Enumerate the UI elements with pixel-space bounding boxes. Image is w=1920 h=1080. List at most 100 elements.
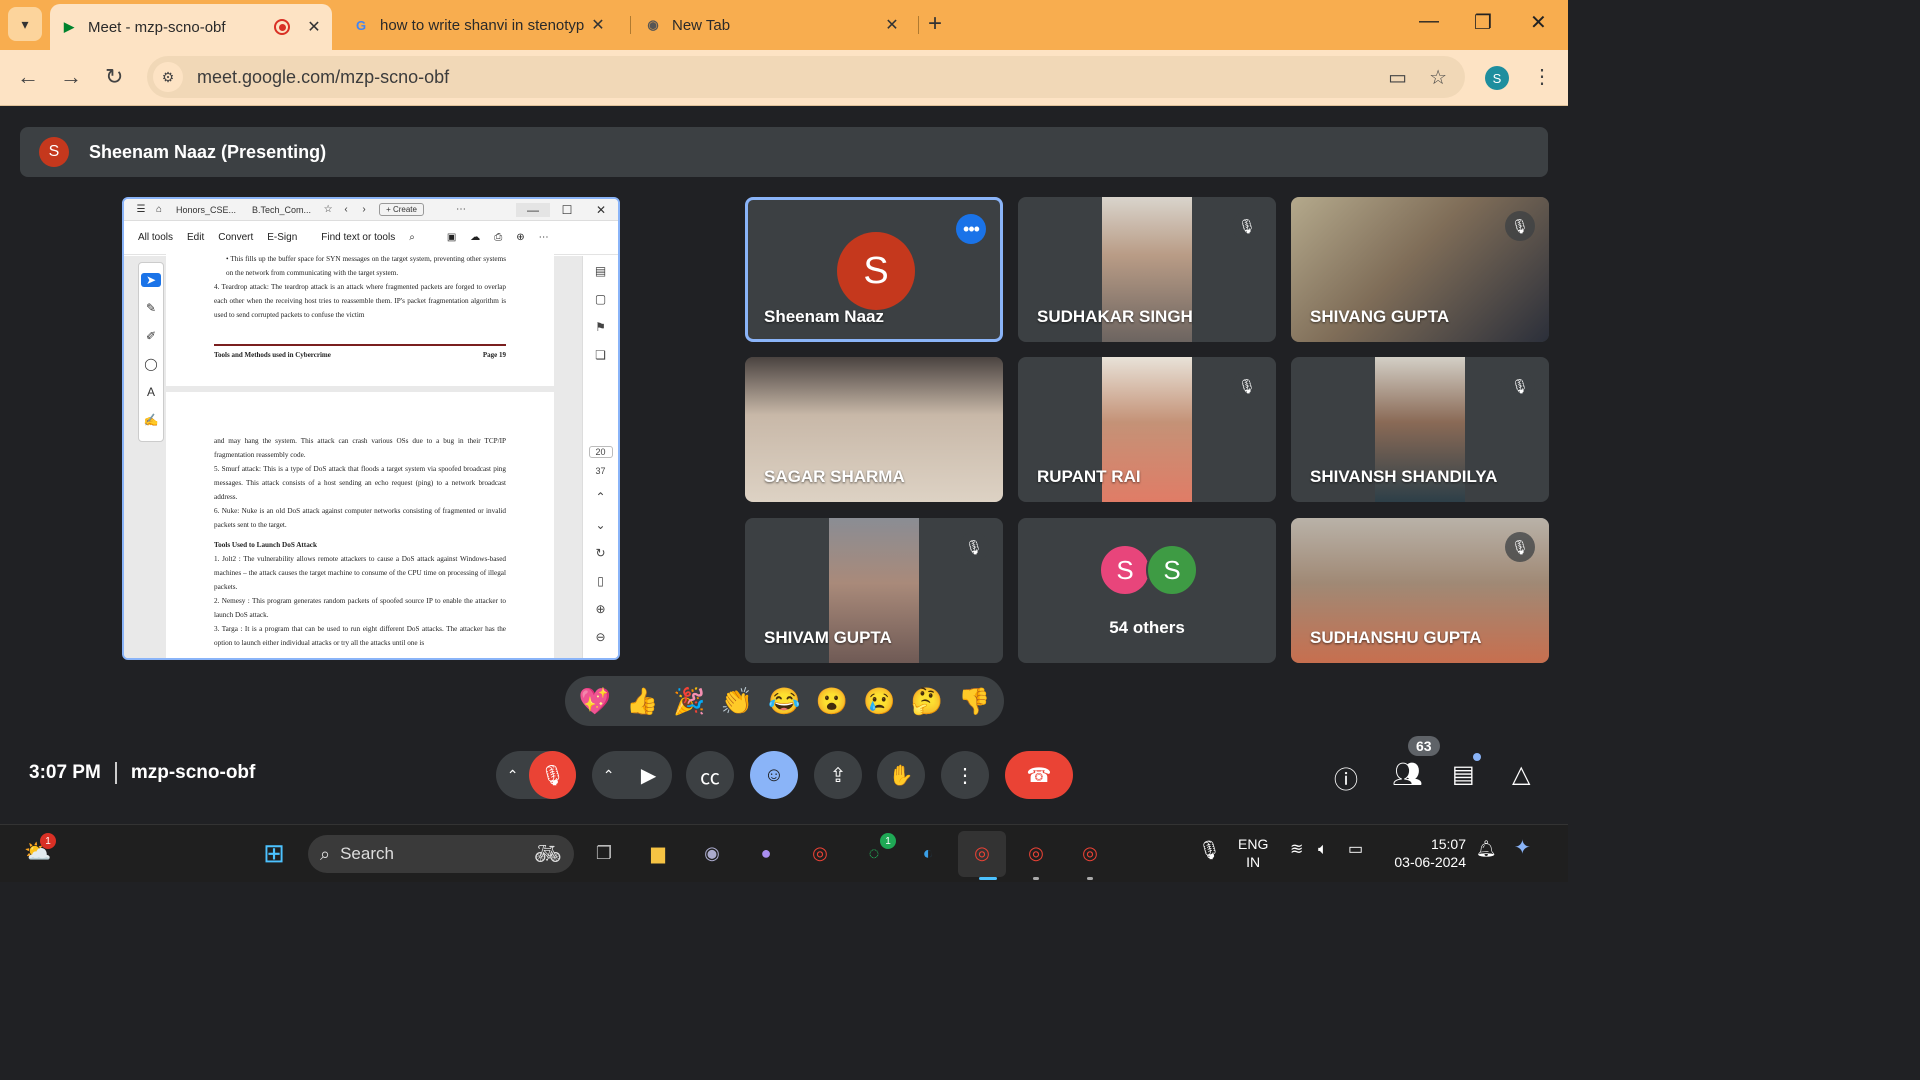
pdf-footer: Tools and Methods used in Cybercrime Pag…: [214, 348, 506, 362]
reactions-button[interactable]: ☺: [750, 751, 798, 799]
pdf-tool: E-Sign: [267, 232, 298, 243]
more-options-button[interactable]: ⋮: [941, 751, 989, 799]
meeting-details: 3:07 PM mzp-scno-obf: [29, 762, 255, 784]
reaction-party-button[interactable]: 🎉: [670, 681, 710, 721]
participant-avatar: S: [837, 232, 915, 310]
more-options-button[interactable]: •••: [956, 214, 986, 244]
document-icon: ▯: [597, 574, 604, 588]
share-icon: ⊕: [516, 232, 525, 243]
volume-icon[interactable]: 🔈︎: [1318, 841, 1328, 859]
windows-start-icon[interactable]: ⊞: [258, 837, 290, 869]
close-tab-icon[interactable]: ✕: [304, 17, 324, 37]
camera-app-icon[interactable]: ◉: [696, 837, 728, 869]
camera-button[interactable]: ▶: [625, 751, 672, 799]
clock[interactable]: 15:07 03-06-2024: [1388, 835, 1466, 871]
doc-tab: B.Tech_Com...: [252, 204, 312, 215]
others-tile[interactable]: S S 54 others: [1018, 518, 1276, 663]
edge-icon[interactable]: ◐: [912, 837, 944, 869]
url-text[interactable]: meet.google.com/mzp-scno-obf: [197, 67, 449, 88]
footer-title: Tools and Methods used in Cybercrime: [214, 351, 331, 359]
people-icon[interactable]: 👥︎: [1392, 760, 1422, 789]
omnibox[interactable]: ⚙ meet.google.com/mzp-scno-obf ▭ ☆: [147, 56, 1465, 98]
reaction-sad-button[interactable]: 😢: [859, 681, 899, 721]
participant-tile[interactable]: S ••• Sheenam Naaz: [745, 197, 1003, 342]
activities-icon[interactable]: △: [1512, 760, 1530, 789]
reaction-laugh-button[interactable]: 😂: [764, 681, 804, 721]
back-button[interactable]: ←: [17, 64, 39, 90]
bookmark-star-icon[interactable]: ☆: [1429, 65, 1447, 90]
mic-off-button[interactable]: 🎙︎: [529, 751, 576, 799]
chevron-up-icon[interactable]: ⌃: [496, 767, 529, 784]
close-tab-icon[interactable]: ✕: [588, 15, 608, 35]
meeting-info-icon[interactable]: ⓘ: [1334, 760, 1358, 795]
close-window-button[interactable]: ✕: [1530, 10, 1547, 35]
tab-search-button[interactable]: ▾: [8, 7, 42, 41]
chrome-profile-icon[interactable]: ◎: [1020, 837, 1052, 869]
participant-name: SHIVANSH SHANDILYA: [1310, 467, 1498, 486]
forward-button[interactable]: →: [60, 64, 82, 90]
reaction-thumbs-down-button[interactable]: 👎: [954, 681, 994, 721]
divider: [114, 762, 117, 784]
github-icon[interactable]: ●: [750, 837, 782, 869]
participant-tile[interactable]: SAGAR SHARMA: [745, 357, 1003, 502]
participant-tile[interactable]: 🎙︎ RUPANT RAI: [1018, 357, 1276, 502]
copilot-icon[interactable]: ✦: [1514, 838, 1531, 858]
notifications-bell-icon[interactable]: 🔔︎: [1476, 841, 1496, 859]
more-icon: ⋯: [455, 204, 466, 215]
meeting-time: 3:07 PM: [29, 762, 101, 783]
raise-hand-button[interactable]: ✋: [877, 751, 925, 799]
profile-avatar[interactable]: S: [1485, 66, 1509, 90]
star-icon: ☆: [323, 204, 333, 215]
page-total: 37: [595, 466, 606, 476]
participant-tile[interactable]: 🎙︎ SHIVAM GUPTA: [745, 518, 1003, 663]
tab-search[interactable]: G how to write shanvi in stenotyp ✕: [346, 4, 616, 46]
reaction-surprised-button[interactable]: 😮: [812, 681, 852, 721]
microphone-tray-icon[interactable]: 🎙︎: [1198, 841, 1221, 859]
captions-button[interactable]: ㏄: [686, 751, 734, 799]
tab-divider: [630, 16, 631, 34]
close-tab-icon[interactable]: ✕: [882, 15, 902, 35]
pdf-tool: All tools: [138, 232, 174, 243]
language-indicator[interactable]: ENG IN: [1238, 835, 1268, 871]
chevron-down-icon: ⌄: [595, 518, 606, 532]
file-explorer-icon[interactable]: ▆: [642, 837, 674, 869]
chevron-up-icon[interactable]: ⌃: [592, 767, 625, 784]
reaction-heart-button[interactable]: 💖: [575, 681, 615, 721]
minimize-button[interactable]: —: [1419, 10, 1439, 33]
site-info-icon[interactable]: ⚙: [153, 62, 183, 92]
pdf-quick-tools: ➤ ✎ ✐ ◯ A ✍: [138, 262, 164, 442]
chat-icon[interactable]: ▤: [1452, 760, 1475, 789]
select-cursor-icon: ➤: [141, 273, 161, 287]
browser-menu-icon[interactable]: ⋮: [1532, 64, 1552, 89]
reaction-thinking-button[interactable]: 🤔: [907, 681, 947, 721]
lasso-icon: ◯: [144, 357, 158, 371]
footer-page: Page 19: [482, 351, 506, 359]
camera-in-use-icon[interactable]: ▭: [1388, 65, 1407, 90]
bookmarks-icon: ⚑: [595, 320, 606, 334]
pdf-text-line: 5. Smurf attack: This is a type of DoS a…: [214, 465, 506, 501]
new-tab-button[interactable]: +: [928, 10, 942, 38]
tab-new-tab[interactable]: ◉ New Tab ✕: [640, 4, 910, 46]
reaction-thumbs-up-button[interactable]: 👍: [622, 681, 662, 721]
google-meet-icon: ▶: [64, 19, 74, 34]
leave-call-button[interactable]: ☎: [1005, 751, 1073, 799]
participant-tile[interactable]: 🎙︎ SUDHANSHU GUPTA: [1291, 518, 1549, 663]
reload-button[interactable]: ↻: [105, 64, 123, 90]
battery-icon[interactable]: ▭: [1348, 841, 1363, 859]
restore-button[interactable]: ❐: [1474, 10, 1492, 35]
chrome-icon[interactable]: ◎: [804, 837, 836, 869]
taskbar-search[interactable]: ⌕ Search 🚲︎: [308, 835, 574, 873]
present-screen-button[interactable]: ⇪: [814, 751, 862, 799]
chrome-profile-icon[interactable]: ◎: [966, 837, 998, 869]
wifi-icon[interactable]: ≋: [1290, 841, 1303, 859]
reaction-clap-button[interactable]: 👏: [717, 681, 757, 721]
chrome-profile-icon[interactable]: ◎: [1074, 837, 1106, 869]
shared-screen[interactable]: ☰ ⌂ Honors_CSE... B.Tech_Com... ☆ ‹ › + …: [122, 197, 620, 660]
clock-time: 15:07: [1430, 836, 1466, 852]
task-view-icon[interactable]: ❐: [588, 837, 620, 869]
tab-meet[interactable]: ▶ Meet - mzp-scno-obf ✕: [50, 4, 332, 50]
participant-tile[interactable]: 🎙︎ SUDHAKAR SINGH: [1018, 197, 1276, 342]
participant-tile[interactable]: 🎙︎ SHIVANG GUPTA: [1291, 197, 1549, 342]
doc-tab: Honors_CSE...: [176, 204, 237, 215]
participant-tile[interactable]: 🎙︎ SHIVANSH SHANDILYA: [1291, 357, 1549, 502]
